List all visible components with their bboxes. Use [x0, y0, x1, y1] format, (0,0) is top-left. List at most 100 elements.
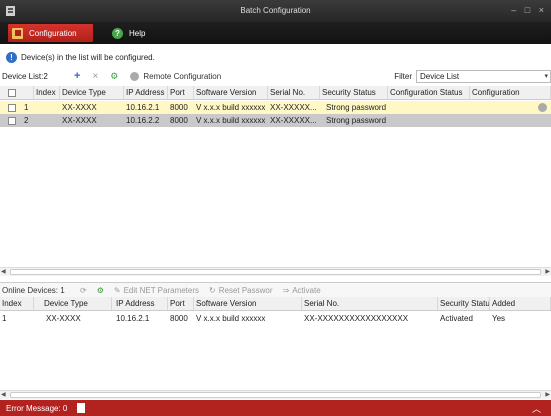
tab-configuration[interactable]: Configuration — [8, 24, 93, 42]
table-row[interactable]: 2 XX-XXXX 10.16.2.2 8000 V x.x.x build x… — [0, 114, 551, 127]
info-text: Device(s) in the list will be configured… — [21, 52, 155, 62]
header-index[interactable]: Index — [0, 297, 34, 310]
error-message-label: Error Message: 0 — [6, 403, 68, 413]
add-device-icon[interactable]: + — [74, 70, 80, 82]
device-list-label: Device List:2 — [2, 71, 48, 81]
cell-ip-address: 10.16.2.1 — [116, 314, 150, 323]
header-port[interactable]: Port — [168, 297, 194, 310]
header-configuration[interactable]: Configuration — [470, 86, 551, 99]
chevron-down-icon: ▾ — [544, 72, 548, 80]
header-security-status[interactable]: Security Status — [320, 86, 388, 99]
cell-device-type: XX-XXXX — [62, 116, 97, 125]
cell-index: 2 — [24, 116, 29, 125]
header-configuration-status[interactable]: Configuration Status — [388, 86, 470, 99]
header-port[interactable]: Port — [168, 86, 194, 99]
tab-bar: Configuration ? Help — [0, 22, 551, 44]
online-devices-table: Index Device Type IP Address Port Softwa… — [0, 297, 551, 392]
filter-label: Filter — [394, 71, 412, 81]
tab-configuration-label: Configuration — [29, 28, 77, 38]
cell-security-status: Activated — [440, 314, 473, 323]
window-controls[interactable]: – □ × — [511, 5, 547, 15]
cell-index: 1 — [2, 314, 7, 323]
cell-serial-no: XX-XXXXX... — [270, 103, 317, 112]
cell-port: 8000 — [170, 314, 188, 323]
tab-help[interactable]: ? Help — [108, 24, 158, 42]
refresh-icon[interactable]: ⟳ — [80, 286, 87, 295]
reset-password-label: Reset Passwor — [218, 285, 273, 295]
header-software-version[interactable]: Software Version — [194, 297, 302, 310]
header-device-type[interactable]: Device Type — [60, 86, 124, 99]
cell-ip-address: 10.16.2.1 — [126, 103, 160, 112]
config-icon — [12, 27, 23, 39]
reset-password-button[interactable]: ↻ Reset Passwor — [209, 286, 273, 295]
cell-security-status: Strong password — [326, 103, 387, 112]
scroll-right-icon[interactable]: ▶ — [545, 268, 550, 275]
cell-software-version: V x.x.x build xxxxxx — [196, 314, 266, 323]
row-checkbox[interactable] — [8, 101, 16, 114]
cell-serial-no: XX-XXXXXXXXXXXXXXXXX — [304, 314, 409, 323]
online-devices-toolbar: Online Devices: 1 ⟳ ⚙ ✎ Edit NET Paramet… — [0, 282, 551, 297]
cell-device-type: XX-XXXX — [62, 103, 97, 112]
activate-icon: ⇒ — [282, 285, 290, 295]
cell-port: 8000 — [170, 103, 188, 112]
device-table-scrollbar[interactable]: ◀ ▶ — [0, 267, 551, 276]
header-added[interactable]: Added — [490, 297, 551, 310]
online-table-scrollbar[interactable]: ◀ ▶ — [0, 390, 551, 399]
scroll-left-icon[interactable]: ◀ — [1, 391, 6, 398]
cell-device-type: XX-XXXX — [46, 314, 81, 323]
header-index[interactable]: Index — [34, 86, 60, 99]
reset-icon: ↻ — [209, 285, 216, 295]
tab-help-label: Help — [129, 28, 146, 38]
remote-configuration-button[interactable]: Remote Configuration — [130, 71, 222, 81]
scrollbar-thumb[interactable] — [10, 392, 541, 398]
header-device-type[interactable]: Device Type — [34, 297, 112, 310]
device-table: Index Device Type IP Address Port Softwa… — [0, 86, 551, 266]
device-list-toolbar: Device List:2 + × ⚙ Remote Configuration… — [0, 68, 551, 84]
cell-software-version: V x.x.x build xxxxxx — [196, 103, 266, 112]
select-all-checkbox[interactable] — [8, 88, 16, 97]
table-row[interactable]: 1 XX-XXXX 10.16.2.1 8000 V x.x.x build x… — [0, 101, 551, 114]
remote-config-icon — [130, 71, 140, 81]
header-ip-address[interactable]: IP Address — [124, 86, 168, 99]
delete-device-icon[interactable]: × — [92, 71, 98, 82]
window-title: Batch Configuration — [240, 6, 311, 15]
help-icon: ? — [112, 27, 123, 39]
title-bar: Batch Configuration – □ × — [0, 0, 551, 22]
chevron-up-icon[interactable]: ︿ — [532, 402, 541, 415]
cell-port: 8000 — [170, 116, 188, 125]
scroll-left-icon[interactable]: ◀ — [1, 268, 6, 275]
cell-index: 1 — [24, 103, 29, 112]
activate-button[interactable]: ⇒ Activate — [283, 286, 321, 295]
online-table-header: Index Device Type IP Address Port Softwa… — [0, 297, 551, 311]
table-row[interactable]: 1 XX-XXXX 10.16.2.1 8000 V x.x.x build x… — [0, 312, 551, 325]
settings-icon[interactable]: ⚙ — [110, 71, 118, 82]
header-security-status[interactable]: Security Status — [438, 297, 490, 310]
edit-icon: ✎ — [113, 285, 121, 295]
edit-net-parameters-button[interactable]: ✎ Edit NET Parameters — [114, 286, 199, 295]
header-software-version[interactable]: Software Version — [194, 86, 268, 99]
row-checkbox[interactable] — [8, 114, 16, 127]
device-table-header: Index Device Type IP Address Port Softwa… — [0, 86, 551, 100]
filter-group: Filter Device List ▾ — [394, 68, 551, 84]
header-ip-address[interactable]: IP Address — [112, 297, 168, 310]
log-file-icon[interactable] — [77, 403, 86, 413]
scrollbar-thumb[interactable] — [10, 269, 541, 275]
edit-net-parameters-label: Edit NET Parameters — [123, 285, 200, 295]
info-icon: ! — [6, 51, 17, 63]
cell-added: Yes — [492, 314, 506, 323]
cell-serial-no: XX-XXXXX... — [270, 116, 317, 125]
header-select-all[interactable] — [0, 86, 34, 99]
info-bar: ! Device(s) in the list will be configur… — [0, 50, 155, 64]
remote-configuration-label: Remote Configuration — [143, 71, 222, 81]
cell-ip-address: 10.16.2.2 — [126, 116, 160, 125]
header-serial-no[interactable]: Serial No. — [302, 297, 438, 310]
online-devices-label: Online Devices: 1 — [2, 285, 65, 295]
scroll-right-icon[interactable]: ▶ — [545, 391, 550, 398]
filter-value: Device List — [420, 71, 460, 81]
activate-label: Activate — [292, 285, 321, 295]
cell-security-status: Strong password — [326, 116, 387, 125]
configure-gear-icon[interactable] — [538, 103, 547, 112]
header-serial-no[interactable]: Serial No. — [268, 86, 320, 99]
settings-icon[interactable]: ⚙ — [97, 286, 104, 295]
filter-select[interactable]: Device List ▾ — [416, 69, 551, 83]
